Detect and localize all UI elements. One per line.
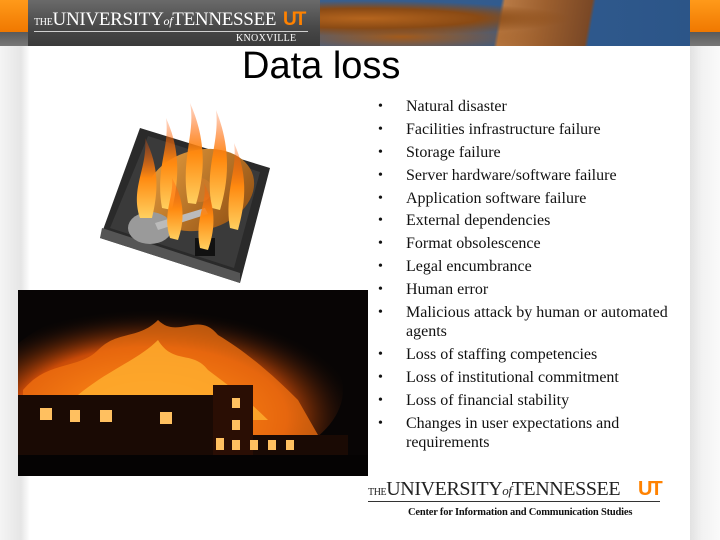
list-item: • Loss of staffing competencies <box>378 345 598 363</box>
burning-hard-drive-image <box>100 103 270 283</box>
list-item: • Loss of financial stability <box>378 391 570 409</box>
list-item: • Natural disaster <box>378 98 507 115</box>
list-item: • Loss of institutional commitment <box>378 368 619 386</box>
bullet-icon: • <box>378 305 383 321</box>
burning-building-image <box>18 290 368 476</box>
list-item: • Application software failure <box>378 189 587 207</box>
bullet-icon: • <box>378 167 383 183</box>
bullet-icon: • <box>378 236 383 252</box>
list-item: • Server hardware/software failure <box>378 166 617 184</box>
list-item: • Format obsolescence <box>378 235 541 253</box>
bullet-icon: • <box>378 369 383 385</box>
bullet-icon: • <box>378 213 383 229</box>
data-loss-causes-list: • Natural disaster • Facilities infrastruc… <box>374 97 674 455</box>
hard-drive-body <box>100 128 270 283</box>
footer-center-name: Center for Information and Communication… <box>408 507 633 518</box>
footer-divider <box>368 501 660 502</box>
list-item: • Human error <box>378 281 489 299</box>
header-orange-accent-right <box>690 0 720 46</box>
bullet-icon: • <box>378 282 383 298</box>
bullet-icon: • <box>378 259 383 275</box>
right-margin-gradient <box>690 46 720 540</box>
bullet-icon: • <box>378 190 383 206</box>
footer-university-wordmark: THEUNIVERSITYofTENNESSEE <box>368 478 621 500</box>
header-orange-accent-left <box>0 0 28 46</box>
bullet-icon: • <box>378 121 383 137</box>
header-campus-name: KNOXVILLE <box>236 33 297 44</box>
slide-title: Data loss <box>242 45 401 87</box>
footer-ut-logo-icon: UT <box>638 478 663 500</box>
bullet-icon: • <box>378 346 383 362</box>
bullet-icon: • <box>378 99 383 114</box>
bullet-icon: • <box>378 392 383 408</box>
list-item: • Malicious attack by human or automated … <box>378 304 668 341</box>
list-item: • Storage failure <box>378 143 501 161</box>
list-item: • Legal encumbrance <box>378 258 532 276</box>
bullet-icon: • <box>378 415 383 431</box>
list-item: • External dependencies <box>378 212 551 230</box>
university-header-banner: THEUNIVERSITYofTENNESSEE UT KNOXVILLE <box>0 0 720 46</box>
bullet-icon: • <box>378 144 383 160</box>
building-silhouette <box>18 395 213 455</box>
header-divider <box>34 31 308 32</box>
header-campus-photo <box>320 0 690 46</box>
ut-logo-icon: UT <box>283 9 306 30</box>
list-item: • Changes in user expectations and requir… <box>378 414 620 451</box>
list-item: • Facilities infrastructure failure <box>378 120 601 138</box>
header-university-wordmark: THEUNIVERSITYofTENNESSEE <box>34 9 277 30</box>
